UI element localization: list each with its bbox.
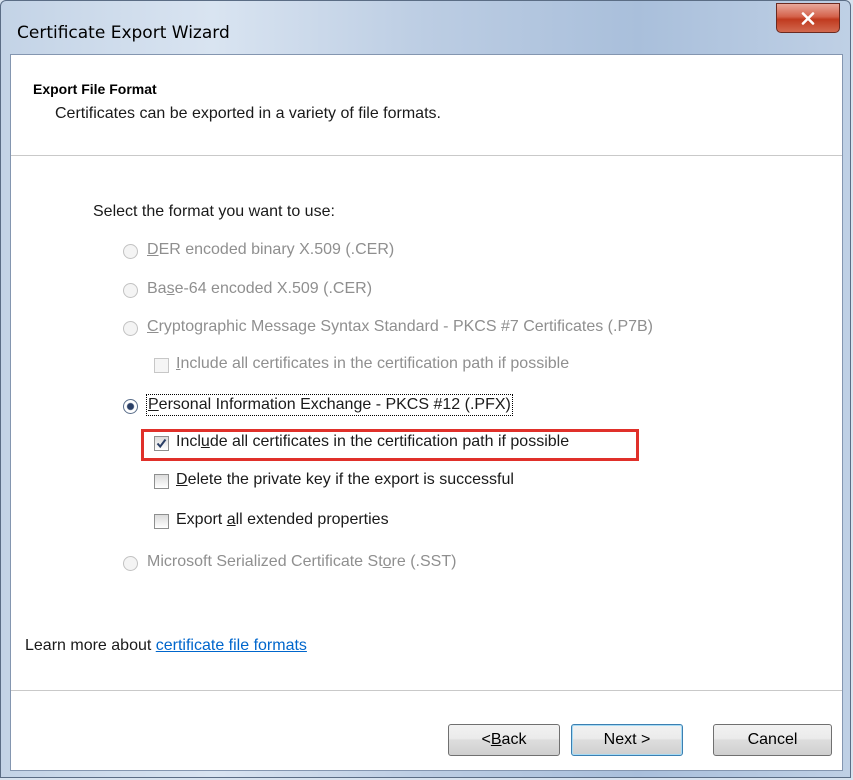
der-label[interactable]: DER encoded binary X.509 (.CER) (147, 241, 394, 259)
base64-radio[interactable] (123, 283, 138, 298)
page-title: Export File Format (33, 81, 157, 97)
title-bar[interactable]: Certificate Export Wizard (1, 1, 850, 53)
delete-private-key-label[interactable]: Delete the private key if the export is … (176, 471, 514, 489)
sst-radio[interactable] (123, 556, 138, 571)
certificate-formats-link[interactable]: certificate file formats (156, 637, 307, 654)
export-extended-properties-label[interactable]: Export all extended properties (176, 511, 389, 529)
header-divider (11, 155, 842, 156)
der-radio[interactable] (123, 244, 138, 259)
cancel-button[interactable]: Cancel (713, 724, 832, 756)
pfx-include-checkbox[interactable] (154, 436, 169, 451)
learn-more-text: Learn more about certificate file format… (25, 637, 307, 654)
next-button[interactable]: Next > (571, 724, 683, 756)
page-subtitle: Certificates can be exported in a variet… (55, 105, 441, 122)
close-icon (801, 11, 815, 25)
sst-label[interactable]: Microsoft Serialized Certificate Store (… (147, 553, 456, 571)
p7b-radio[interactable] (123, 321, 138, 336)
p7b-include-checkbox[interactable] (154, 358, 169, 373)
pfx-label[interactable]: Personal Information Exchange - PKCS #12… (146, 394, 513, 416)
base64-label[interactable]: Base-64 encoded X.509 (.CER) (147, 280, 372, 298)
export-extended-properties-checkbox[interactable] (154, 514, 169, 529)
close-button[interactable] (776, 3, 840, 33)
pfx-radio[interactable] (123, 399, 138, 414)
checkmark-icon (156, 438, 167, 449)
p7b-label[interactable]: Cryptographic Message Syntax Standard - … (147, 318, 653, 336)
back-button[interactable]: < Back (448, 724, 560, 756)
footer-divider (11, 690, 842, 691)
window-title: Certificate Export Wizard (17, 23, 230, 43)
wizard-window: Certificate Export Wizard Export File Fo… (0, 0, 851, 778)
pfx-include-label[interactable]: Include all certificates in the certific… (176, 433, 569, 451)
p7b-include-label[interactable]: Include all certificates in the certific… (176, 355, 569, 373)
format-prompt: Select the format you want to use: (93, 203, 335, 220)
wizard-page: Export File Format Certificates can be e… (10, 54, 843, 771)
delete-private-key-checkbox[interactable] (154, 474, 169, 489)
